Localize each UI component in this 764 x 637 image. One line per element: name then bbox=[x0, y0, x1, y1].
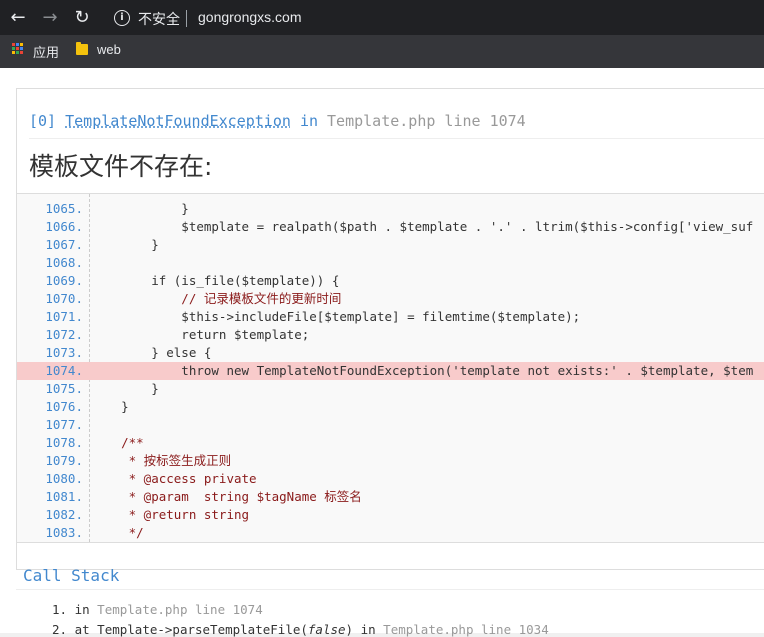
forward-arrow-icon[interactable]: → bbox=[38, 6, 62, 30]
line-number: 1083. bbox=[45, 525, 83, 540]
line-number: 1069. bbox=[45, 273, 83, 288]
line-code: } bbox=[91, 201, 189, 216]
line-number: 1079. bbox=[45, 453, 83, 468]
line-number: 1082. bbox=[45, 507, 83, 522]
call-stack-divider bbox=[16, 589, 764, 590]
code-line-highlighted: 1074. throw new TemplateNotFoundExceptio… bbox=[17, 362, 764, 380]
apps-grid-icon[interactable] bbox=[12, 43, 24, 55]
page-content: [0] TemplateNotFoundException in Templat… bbox=[0, 68, 764, 637]
call-stack-arg: false bbox=[307, 622, 346, 637]
code-line: 1065. } bbox=[17, 200, 764, 218]
call-stack-suffix: ) in bbox=[345, 622, 384, 637]
line-number: 1072. bbox=[45, 327, 83, 342]
call-stack-prefix: in bbox=[74, 602, 98, 617]
exception-index: [0] bbox=[29, 112, 57, 130]
code-line: 1067. } bbox=[17, 236, 764, 254]
line-code: throw new TemplateNotFoundException('tem… bbox=[91, 363, 754, 378]
line-code: } else { bbox=[91, 345, 212, 360]
call-stack-file: Template.php line 1034 bbox=[383, 622, 549, 637]
exception-class-link[interactable]: TemplateNotFoundException bbox=[65, 112, 291, 130]
line-number: 1073. bbox=[45, 345, 83, 360]
line-number: 1081. bbox=[45, 489, 83, 504]
reload-icon[interactable]: ↻ bbox=[70, 6, 94, 30]
line-number: 1065. bbox=[45, 201, 83, 216]
bookmarks-bar: 应用 web bbox=[0, 35, 764, 68]
line-code: /** bbox=[91, 435, 144, 450]
line-number: 1067. bbox=[45, 237, 83, 252]
code-line: 1076. } bbox=[17, 398, 764, 416]
code-line: 1078. /** bbox=[17, 434, 764, 452]
line-code: * @access private bbox=[91, 471, 257, 486]
url-text[interactable]: gongrongxs.com bbox=[198, 9, 302, 25]
line-number: 1076. bbox=[45, 399, 83, 414]
line-number: 1070. bbox=[45, 291, 83, 306]
code-line: 1083. */ bbox=[17, 524, 764, 542]
line-number: 1071. bbox=[45, 309, 83, 324]
code-line: 1075. } bbox=[17, 380, 764, 398]
code-line: 1069. if (is_file($template)) { bbox=[17, 272, 764, 290]
line-code: } bbox=[91, 399, 129, 414]
address-bar[interactable]: i 不安全 gongrongxs.com bbox=[104, 4, 764, 32]
line-code: } bbox=[91, 237, 159, 252]
address-separator bbox=[186, 10, 187, 27]
exception-panel: [0] TemplateNotFoundException in Templat… bbox=[16, 88, 764, 570]
line-number: 1077. bbox=[45, 417, 83, 432]
code-line: 1080. * @access private bbox=[17, 470, 764, 488]
info-icon[interactable]: i bbox=[114, 10, 130, 26]
code-line: 1066. $template = realpath($path . $temp… bbox=[17, 218, 764, 236]
call-stack-item: 2. at Template->parseTemplateFile(false)… bbox=[52, 622, 549, 637]
line-number: 1068. bbox=[45, 255, 83, 270]
call-stack-num: 2. bbox=[52, 622, 68, 637]
line-code: $this->includeFile[$template] = filemtim… bbox=[91, 309, 581, 324]
line-code: * @param string $tagName 标签名 bbox=[91, 489, 362, 504]
security-label: 不安全 bbox=[138, 12, 180, 28]
code-line: 1072. return $template; bbox=[17, 326, 764, 344]
line-code: } bbox=[91, 381, 159, 396]
exception-message: 模板文件不存在: bbox=[29, 152, 213, 181]
line-code: * @return string bbox=[91, 507, 250, 522]
line-code: if (is_file($template)) { bbox=[91, 273, 340, 288]
line-number: 1078. bbox=[45, 435, 83, 450]
bookmark-apps[interactable]: 应用 bbox=[33, 42, 59, 61]
source-code-block: 1065. } 1066. $template = realpath($path … bbox=[17, 193, 764, 543]
line-number: 1075. bbox=[45, 381, 83, 396]
call-stack-title: Call Stack bbox=[23, 566, 120, 585]
bookmark-web[interactable]: web bbox=[97, 42, 121, 57]
code-line: 1070. // 记录模板文件的更新时间 bbox=[17, 290, 764, 308]
line-number: 1080. bbox=[45, 471, 83, 486]
exception-location: Template.php line 1074 bbox=[327, 112, 526, 130]
line-number: 1066. bbox=[45, 219, 83, 234]
call-stack-item: 1. in Template.php line 1074 bbox=[52, 602, 263, 617]
call-stack-num: 1. bbox=[52, 602, 68, 617]
line-code: // 记录模板文件的更新时间 bbox=[91, 291, 342, 306]
header-divider bbox=[29, 138, 764, 139]
code-line: 1079. * 按标签生成正则 bbox=[17, 452, 764, 470]
line-code: $template = realpath($path . $template .… bbox=[91, 219, 754, 234]
code-line: 1077. bbox=[17, 416, 764, 434]
code-line: 1073. } else { bbox=[17, 344, 764, 362]
code-line: 1071. $this->includeFile[$template] = fi… bbox=[17, 308, 764, 326]
exception-header: [0] TemplateNotFoundException in Templat… bbox=[29, 112, 526, 130]
call-stack-file: Template.php line 1074 bbox=[97, 602, 263, 617]
folder-icon[interactable] bbox=[76, 42, 88, 55]
code-line: 1082. * @return string bbox=[17, 506, 764, 524]
code-line: 1068. bbox=[17, 254, 764, 272]
line-number: 1074. bbox=[45, 363, 83, 378]
line-code: * 按标签生成正则 bbox=[91, 453, 232, 468]
code-line: 1081. * @param string $tagName 标签名 bbox=[17, 488, 764, 506]
call-stack-prefix: at bbox=[74, 622, 98, 637]
exception-in-word: in bbox=[299, 112, 318, 130]
call-stack-call: Template->parseTemplateFile( bbox=[97, 622, 308, 637]
line-code: */ bbox=[91, 525, 144, 540]
back-arrow-icon[interactable]: ← bbox=[6, 6, 30, 30]
browser-toolbar: ← → ↻ i 不安全 gongrongxs.com bbox=[0, 0, 764, 35]
line-code: return $template; bbox=[91, 327, 310, 342]
